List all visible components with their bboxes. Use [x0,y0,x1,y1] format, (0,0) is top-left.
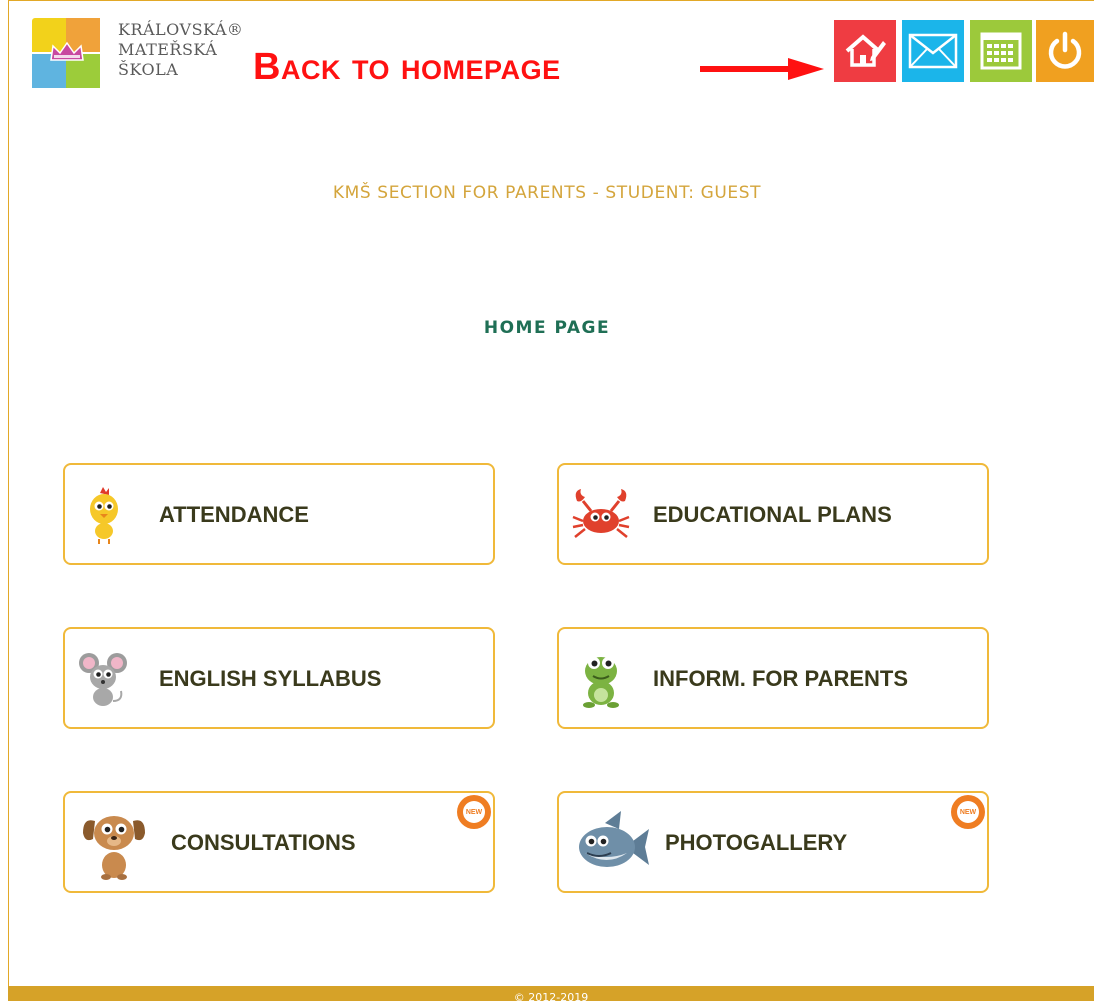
power-icon [1048,31,1082,69]
school-logo[interactable]: KRÁLOVSKÁ® MATEŘSKÁ ŠKOLA [32,18,243,96]
logo-text: KRÁLOVSKÁ® MATEŘSKÁ ŠKOLA [118,20,243,80]
new-badge-text: NEW [463,801,485,823]
logo-line-3: ŠKOLA [118,60,179,79]
menu-card-attendance[interactable]: ATTENDANCE [63,463,495,565]
mouse-icon [79,653,127,706]
new-badge-text: NEW [957,801,979,823]
menu-card-educational-plans[interactable]: EDUCATIONAL PLANS [557,463,989,565]
menu-label: CONSULTATIONS [171,830,356,855]
new-badge: NEW [951,795,985,829]
menu-card-photogallery[interactable]: PHOTOGALLERY NEW [557,791,989,893]
logo-line-2: MATEŘSKÁ [118,40,218,59]
arrow-right-icon [700,58,824,80]
chick-icon [90,487,118,544]
page-title: HOME PAGE [483,318,611,338]
logo-line-1: KRÁLOVSKÁ® [118,20,244,39]
dog-icon [83,816,145,880]
mail-icon [908,33,958,69]
menu-label: ATTENDANCE [159,502,309,527]
back-to-homepage-annotation: Back to homepage [253,46,561,88]
calendar-button[interactable] [970,20,1032,82]
section-subtitle: KMŠ SECTION FOR PARENTS - STUDENT: GUEST [332,183,762,203]
menu-label: ENGLISH SYLLABUS [159,666,382,691]
frog-icon [583,657,619,708]
footer: © 2012-2019 [8,986,1094,1001]
menu-card-english-syllabus[interactable]: ENGLISH SYLLABUS [63,627,495,729]
menu-label: PHOTOGALLERY [665,830,848,855]
menu-label: INFORM. FOR PARENTS [653,666,909,691]
menu-label: EDUCATIONAL PLANS [653,502,892,527]
calendar-icon [980,32,1022,70]
logout-button[interactable] [1036,20,1094,82]
home-edit-button[interactable] [834,20,896,82]
home-edit-icon [845,34,886,67]
copyright-text: © 2012-2019 [513,991,589,1001]
crown-icon [50,41,84,61]
mail-button[interactable] [902,20,964,82]
menu-card-consultations[interactable]: CONSULTATIONS NEW [63,791,495,893]
new-badge: NEW [457,795,491,829]
menu-card-inform-for-parents[interactable]: INFORM. FOR PARENTS [557,627,989,729]
crab-icon [572,489,630,538]
shark-icon [579,811,649,867]
